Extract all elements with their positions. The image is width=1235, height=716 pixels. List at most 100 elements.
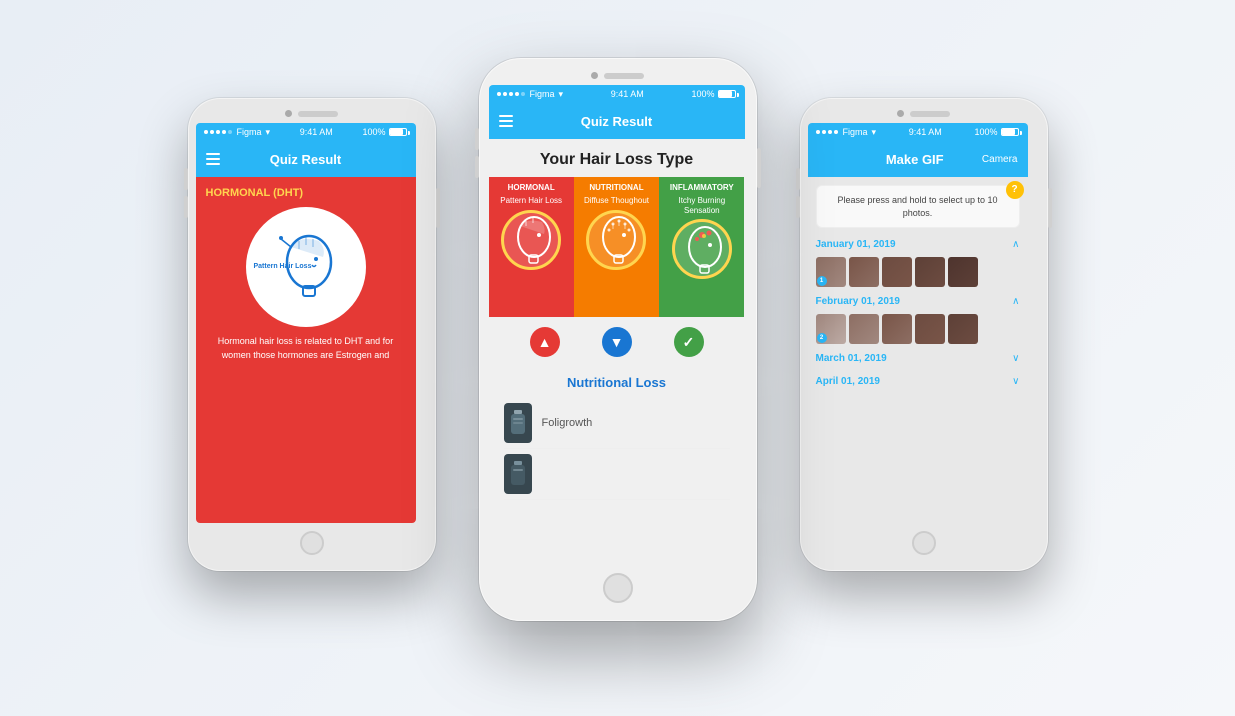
header-title-right: Make GIF (886, 152, 944, 167)
photo-thumb-jan-1[interactable]: 1 (816, 257, 846, 287)
date-header-january[interactable]: January 01, 2019 ∧ (816, 236, 1020, 253)
type-card-hormonal[interactable]: HORMONAL Pattern Hair Loss (489, 177, 574, 317)
quiz-main-title: Your Hair Loss Type (504, 151, 730, 169)
photo-thumb-jan-2[interactable] (849, 257, 879, 287)
time-right: 9:41 AM (909, 127, 942, 137)
photo-thumb-jan-4[interactable] (915, 257, 945, 287)
app-header-right: Make GIF Camera (808, 141, 1028, 177)
camera-label-right[interactable]: Camera (982, 154, 1018, 165)
power-button-right (1048, 188, 1052, 228)
photo-thumb-feb-5[interactable] (948, 314, 978, 344)
date-label-january: January 01, 2019 (816, 239, 896, 250)
wifi-left: ▾ (266, 127, 271, 138)
photo-row-february: 2 (816, 314, 1020, 344)
signal-center: 100% (691, 89, 714, 99)
nutritional-label: NUTRITIONAL (589, 183, 643, 192)
question-mark-badge: ? (1006, 181, 1024, 199)
hamburger-menu-left[interactable] (206, 153, 220, 165)
photo-thumb-feb-1[interactable]: 2 (816, 314, 846, 344)
inflammatory-circle (672, 219, 732, 279)
right-screen: Figma ▾ 9:41 AM 100% Make GIF Camera (808, 123, 1028, 523)
header-title-left: Quiz Result (270, 152, 342, 167)
date-section-february: February 01, 2019 ∧ 2 (816, 293, 1020, 344)
inflammatory-label: INFLAMMATORY (670, 183, 734, 192)
center-phone: Figma ▾ 9:41 AM 100% Quiz Result (479, 58, 757, 621)
product-image-2 (504, 454, 532, 494)
left-phone: Figma ▾ 9:41 AM 100% Quiz Result (188, 98, 436, 571)
indicator-up[interactable]: ▲ (530, 327, 560, 357)
center-screen: Figma ▾ 9:41 AM 100% Quiz Result (489, 85, 745, 565)
photo-thumb-feb-3[interactable] (882, 314, 912, 344)
instruction-text: Please press and hold to select up to 10… (837, 195, 997, 218)
product-item-2[interactable] (504, 449, 730, 500)
home-area-center (489, 565, 747, 611)
app-header-left: Quiz Result (196, 141, 416, 177)
hormonal-label: HORMONAL (508, 183, 555, 192)
right-content: ? Please press and hold to select up to … (808, 177, 1028, 404)
home-button-center[interactable] (603, 573, 633, 603)
right-phone: Figma ▾ 9:41 AM 100% Make GIF Camera (800, 98, 1048, 571)
speaker-center (604, 73, 644, 79)
hormonal-head-icon (506, 212, 556, 267)
header-title-center: Quiz Result (581, 114, 653, 129)
num-badge-jan: 1 (817, 276, 827, 286)
wifi-center: ▾ (559, 89, 564, 100)
indicator-row: ▲ ▼ ✓ (489, 317, 745, 367)
volume-buttons-right (796, 168, 800, 218)
status-bar-right: Figma ▾ 9:41 AM 100% (808, 123, 1028, 141)
type-card-inflammatory[interactable]: INFLAMMATORY Itchy Burning Sensation (659, 177, 744, 317)
home-button-right[interactable] (912, 531, 936, 555)
hamburger-menu-center[interactable] (499, 115, 513, 127)
left-card-content: HORMONAL (DHT) Pattern Hair Loss (196, 177, 416, 523)
date-section-april: April 01, 2019 ∨ (816, 373, 1020, 390)
volume-buttons-center (475, 128, 479, 178)
nutritional-circle (586, 210, 646, 270)
bottle-icon-2 (510, 461, 526, 487)
carrier-right: Figma (843, 127, 868, 137)
indicator-check[interactable]: ✓ (674, 327, 704, 357)
time-center: 9:41 AM (611, 89, 644, 99)
photo-thumb-jan-5[interactable] (948, 257, 978, 287)
product-item-1[interactable]: Foligrowth (504, 398, 730, 449)
type-card-nutritional[interactable]: NUTRITIONAL Diffuse Thoughout (574, 177, 659, 317)
chevron-january: ∧ (1012, 239, 1019, 250)
power-button-center (757, 148, 761, 188)
volume-buttons-left (184, 168, 188, 218)
camera-dot-right (897, 110, 904, 117)
top-notch-left (196, 110, 428, 117)
chevron-march: ∨ (1012, 353, 1019, 364)
hormonal-desc: Pattern Hair Loss (500, 196, 562, 206)
nutritional-section: Nutritional Loss Foligrowth (489, 367, 745, 508)
date-header-february[interactable]: February 01, 2019 ∧ (816, 293, 1020, 310)
camera-dot-left (285, 110, 292, 117)
battery-right (1001, 128, 1019, 136)
chevron-february: ∧ (1012, 296, 1019, 307)
product-name-1: Foligrowth (542, 417, 593, 429)
instruction-box: ? Please press and hold to select up to … (816, 185, 1020, 228)
home-button-left[interactable] (300, 531, 324, 555)
top-notch-right (808, 110, 1040, 117)
date-label-april: April 01, 2019 (816, 376, 880, 387)
indicator-down[interactable]: ▼ (602, 327, 632, 357)
date-label-march: March 01, 2019 (816, 353, 887, 364)
app-header-center: Quiz Result (489, 103, 745, 139)
inflammatory-desc: Itchy Burning Sensation (663, 196, 740, 215)
top-notch-center (489, 72, 747, 79)
left-description: Hormonal hair loss is related to DHT and… (206, 335, 406, 362)
type-cards-row: HORMONAL Pattern Hair Loss (489, 177, 745, 317)
photo-thumb-feb-4[interactable] (915, 314, 945, 344)
date-header-april[interactable]: April 01, 2019 ∨ (816, 373, 1020, 390)
date-header-march[interactable]: March 01, 2019 ∨ (816, 350, 1020, 367)
hormonal-title: HORMONAL (DHT) (206, 187, 406, 199)
inflammatory-head-icon (677, 222, 727, 277)
nutritional-desc: Diffuse Thoughout (584, 196, 649, 206)
chevron-april: ∨ (1012, 376, 1019, 387)
photo-thumb-feb-2[interactable] (849, 314, 879, 344)
time-left: 9:41 AM (300, 127, 333, 137)
home-area-left (196, 523, 428, 563)
carrier-center: Figma (530, 89, 555, 99)
signal-left: 100% (362, 127, 385, 137)
camera-dot-center (591, 72, 598, 79)
photo-thumb-jan-3[interactable] (882, 257, 912, 287)
speaker-left (298, 111, 338, 117)
